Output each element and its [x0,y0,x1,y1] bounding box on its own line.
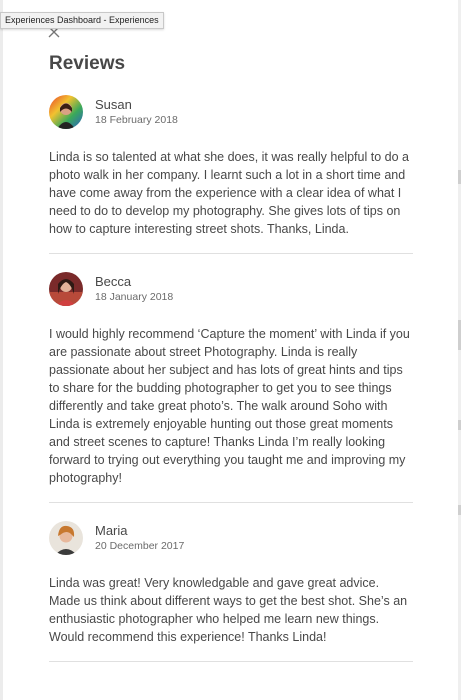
review-item: Becca 18 January 2018 I would highly rec… [49,269,413,487]
review-text: Linda is so talented at what she does, i… [49,150,409,236]
reviews-panel: Reviews Susan 18 February 2018 Linda is … [49,50,413,662]
divider [49,661,413,662]
reviewer-name: Becca [95,274,132,289]
reviewer-info: Maria 20 December 2017 [49,518,413,558]
review-date: 20 December 2017 [95,540,185,552]
avatar[interactable] [49,95,83,129]
divider [49,253,413,254]
review-date: 18 January 2018 [95,291,174,303]
review-item: Maria 20 December 2017 Linda was great! … [49,518,413,646]
reviewer-name: Maria [95,523,128,538]
avatar[interactable] [49,521,83,555]
reviewer-name: Susan [95,97,132,112]
window-edge-left [0,0,3,700]
review-item: Susan 18 February 2018 Linda is so talen… [49,92,413,238]
review-text: I would highly recommend ‘Capture the mo… [49,327,410,485]
review-text: Linda was great! Very knowledgable and g… [49,576,408,644]
review-date: 18 February 2018 [95,114,178,126]
reviewer-info: Becca 18 January 2018 [49,269,413,309]
page-title: Reviews [49,53,126,74]
divider [49,502,413,503]
tab-tooltip: Experiences Dashboard - Experiences [0,12,164,29]
avatar[interactable] [49,272,83,306]
reviewer-info: Susan 18 February 2018 [49,92,413,132]
